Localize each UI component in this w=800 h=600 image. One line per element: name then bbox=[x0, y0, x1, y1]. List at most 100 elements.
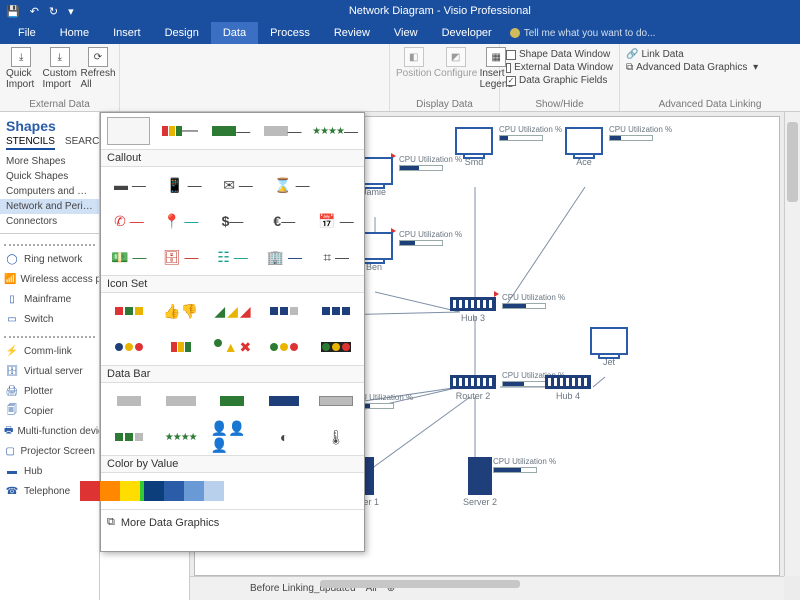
callout-building-icon[interactable]: 🏢 — bbox=[262, 243, 306, 271]
tab-design[interactable]: Design bbox=[153, 22, 211, 44]
tab-stencils[interactable]: STENCILS bbox=[6, 136, 55, 150]
databar-people[interactable]: 👤👤👤 bbox=[211, 423, 255, 451]
iconset-squares[interactable] bbox=[262, 297, 306, 325]
callout-chip-icon[interactable]: ⌗ — bbox=[314, 243, 358, 271]
link-data-button[interactable]: 🔗Link Data bbox=[626, 49, 794, 60]
data-graphics-gallery[interactable]: — — — ★★★★ — Callout ▬ — 📱 — ✉ — ⌛ — ✆ —… bbox=[100, 112, 365, 552]
advanced-data-graphics-button[interactable]: ⧉Advanced Data Graphics ▾ bbox=[626, 62, 794, 73]
tell-me-search[interactable]: Tell me what you want to do... bbox=[510, 28, 656, 39]
tab-view[interactable]: View bbox=[382, 22, 430, 44]
databar-stars[interactable]: ★★★★ bbox=[159, 423, 203, 451]
quick-import-button[interactable]: ⤓Quick Import bbox=[6, 47, 37, 90]
ribbon-group-external-data: ⤓Quick Import ⤓Custom Import ⟳Refresh Al… bbox=[0, 44, 120, 111]
node-jet[interactable]: Jet bbox=[590, 327, 628, 367]
callout-calendar-icon[interactable]: 📅 — bbox=[314, 207, 358, 235]
databar-boxes[interactable] bbox=[107, 423, 151, 451]
stencil-quick-shapes[interactable]: Quick Shapes bbox=[0, 169, 99, 184]
shape-projector-screen[interactable]: ▢Projector Screen bbox=[0, 442, 99, 460]
undo-icon[interactable]: ↶ bbox=[30, 5, 39, 18]
shapes-panel: Shapes STENCILS SEARCH More Shapes Quick… bbox=[0, 112, 100, 600]
iconset-signs[interactable]: ▲✖ bbox=[211, 333, 255, 361]
shape-plotter[interactable]: 🖨Plotter bbox=[0, 382, 99, 400]
shape-mainframe[interactable]: ▯Mainframe bbox=[0, 290, 99, 308]
node-hub4[interactable]: Hub 4 bbox=[545, 375, 591, 401]
tab-insert[interactable]: Insert bbox=[101, 22, 153, 44]
callout-heading[interactable]: ▬ — bbox=[107, 171, 153, 199]
callout-database-icon[interactable]: 🗄 — bbox=[159, 243, 203, 271]
shape-virtual-server[interactable]: 🗄Virtual server bbox=[0, 362, 99, 380]
ribbon-group-advanced-linking: 🔗Link Data ⧉Advanced Data Graphics ▾ Adv… bbox=[620, 44, 800, 111]
tab-file[interactable]: File bbox=[6, 22, 48, 44]
ribbon-group-display-data: ◧Position ◩Configure ▦Insert Legend Disp… bbox=[390, 44, 500, 111]
stencil-network-peripherals[interactable]: Network and Peripherals bbox=[0, 199, 99, 214]
refresh-all-button[interactable]: ⟳Refresh All bbox=[83, 47, 113, 90]
ribbon-group-show-hide: Shape Data Window External Data Window ✓… bbox=[500, 44, 620, 111]
qat-dropdown-icon[interactable]: ▾ bbox=[68, 5, 74, 18]
dg-stars[interactable]: ★★★★ — bbox=[312, 117, 358, 145]
more-data-graphics[interactable]: ⧉More Data Graphics bbox=[101, 509, 364, 535]
stencil-more-shapes[interactable]: More Shapes bbox=[0, 154, 99, 169]
callout-money-icon[interactable]: 💵 — bbox=[107, 243, 151, 271]
redo-icon[interactable]: ↻ bbox=[49, 5, 58, 18]
callout-euro-icon[interactable]: € — bbox=[262, 207, 306, 235]
shape-comm-link[interactable]: ⚡Comm-link bbox=[0, 342, 99, 360]
dg-none[interactable] bbox=[107, 117, 150, 145]
chk-external-data-window[interactable]: External Data Window bbox=[506, 62, 613, 73]
callout-network-icon[interactable]: ☷ — bbox=[211, 243, 255, 271]
iconset-grid[interactable] bbox=[314, 297, 358, 325]
tab-review[interactable]: Review bbox=[322, 22, 382, 44]
callout-phone2-icon[interactable]: ✆ — bbox=[107, 207, 151, 235]
iconset-wifi[interactable]: ◢◢◢ bbox=[211, 297, 255, 325]
horizontal-scrollbar-thumb[interactable] bbox=[320, 580, 520, 588]
node-server2[interactable]: CPU Utilization % Server 2 bbox=[463, 457, 497, 507]
tab-data[interactable]: Data bbox=[211, 22, 258, 44]
quick-access-toolbar[interactable]: 💾 ↶ ↻ ▾ bbox=[0, 5, 80, 18]
shape-switch[interactable]: ▭Switch bbox=[0, 310, 99, 328]
iconset-xcheck[interactable] bbox=[107, 297, 151, 325]
mfd-icon: 🖶 bbox=[4, 423, 13, 439]
callout-mail-icon[interactable]: ✉ — bbox=[215, 171, 261, 199]
callout-pin-icon[interactable]: 📍 — bbox=[159, 207, 203, 235]
hub-icon bbox=[545, 375, 591, 389]
iconset-thumbs[interactable]: 👍👎 bbox=[159, 297, 203, 325]
iconset-pies[interactable] bbox=[107, 333, 151, 361]
iconset-blacklights[interactable] bbox=[314, 333, 358, 361]
databar-2[interactable] bbox=[159, 387, 203, 415]
callout-dollar-icon[interactable]: $ — bbox=[211, 207, 255, 235]
custom-import-button[interactable]: ⤓Custom Import bbox=[43, 47, 77, 90]
iconset-flags[interactable] bbox=[159, 333, 203, 361]
chk-data-graphic-fields[interactable]: ✓Data Graphic Fields bbox=[506, 75, 613, 86]
databar-thermo[interactable]: 🌡 bbox=[314, 423, 358, 451]
dg-flags[interactable]: — bbox=[158, 117, 201, 145]
callout-hourglass-icon[interactable]: ⌛ — bbox=[269, 171, 315, 199]
dg-bar-grey[interactable]: — bbox=[261, 117, 304, 145]
cbv-blues[interactable] bbox=[161, 477, 207, 505]
shape-ring-network[interactable]: ◯Ring network bbox=[0, 250, 99, 268]
callout-phone-icon[interactable]: 📱 — bbox=[161, 171, 207, 199]
chk-shape-data-window[interactable]: Shape Data Window bbox=[506, 49, 613, 60]
databar-3[interactable] bbox=[211, 387, 255, 415]
monitor-icon bbox=[455, 127, 493, 155]
window-title: Network Diagram - Visio Professional bbox=[80, 5, 800, 17]
databar-gauge[interactable]: ◐ bbox=[262, 423, 306, 451]
shape-copier[interactable]: 🗐Copier bbox=[0, 402, 99, 420]
node-hub3[interactable]: CPU Utilization % Hub 3 bbox=[450, 297, 496, 323]
tab-home[interactable]: Home bbox=[48, 22, 101, 44]
shape-hub[interactable]: ▬Hub bbox=[0, 462, 99, 480]
iconset-lights[interactable] bbox=[262, 333, 306, 361]
dg-bar[interactable]: — bbox=[210, 117, 253, 145]
stencil-computers[interactable]: Computers and Monitors bbox=[0, 184, 99, 199]
databar-4[interactable] bbox=[262, 387, 306, 415]
databar-5[interactable] bbox=[314, 387, 358, 415]
tab-process[interactable]: Process bbox=[258, 22, 322, 44]
node-router2[interactable]: CPU Utilization % Router 2 bbox=[450, 375, 496, 401]
shape-wireless-ap[interactable]: 📶Wireless access point bbox=[0, 270, 99, 288]
databar-1[interactable] bbox=[107, 387, 151, 415]
node-smd[interactable]: CPU Utilization % Smd bbox=[455, 127, 493, 167]
shape-mfd[interactable]: 🖶Multi-function device bbox=[0, 422, 99, 440]
stencil-connectors[interactable]: Connectors bbox=[0, 214, 99, 229]
tab-developer[interactable]: Developer bbox=[430, 22, 504, 44]
node-ace[interactable]: CPU Utilization % Ace bbox=[565, 127, 603, 167]
vertical-scrollbar[interactable] bbox=[784, 112, 800, 576]
save-icon[interactable]: 💾 bbox=[6, 5, 20, 18]
